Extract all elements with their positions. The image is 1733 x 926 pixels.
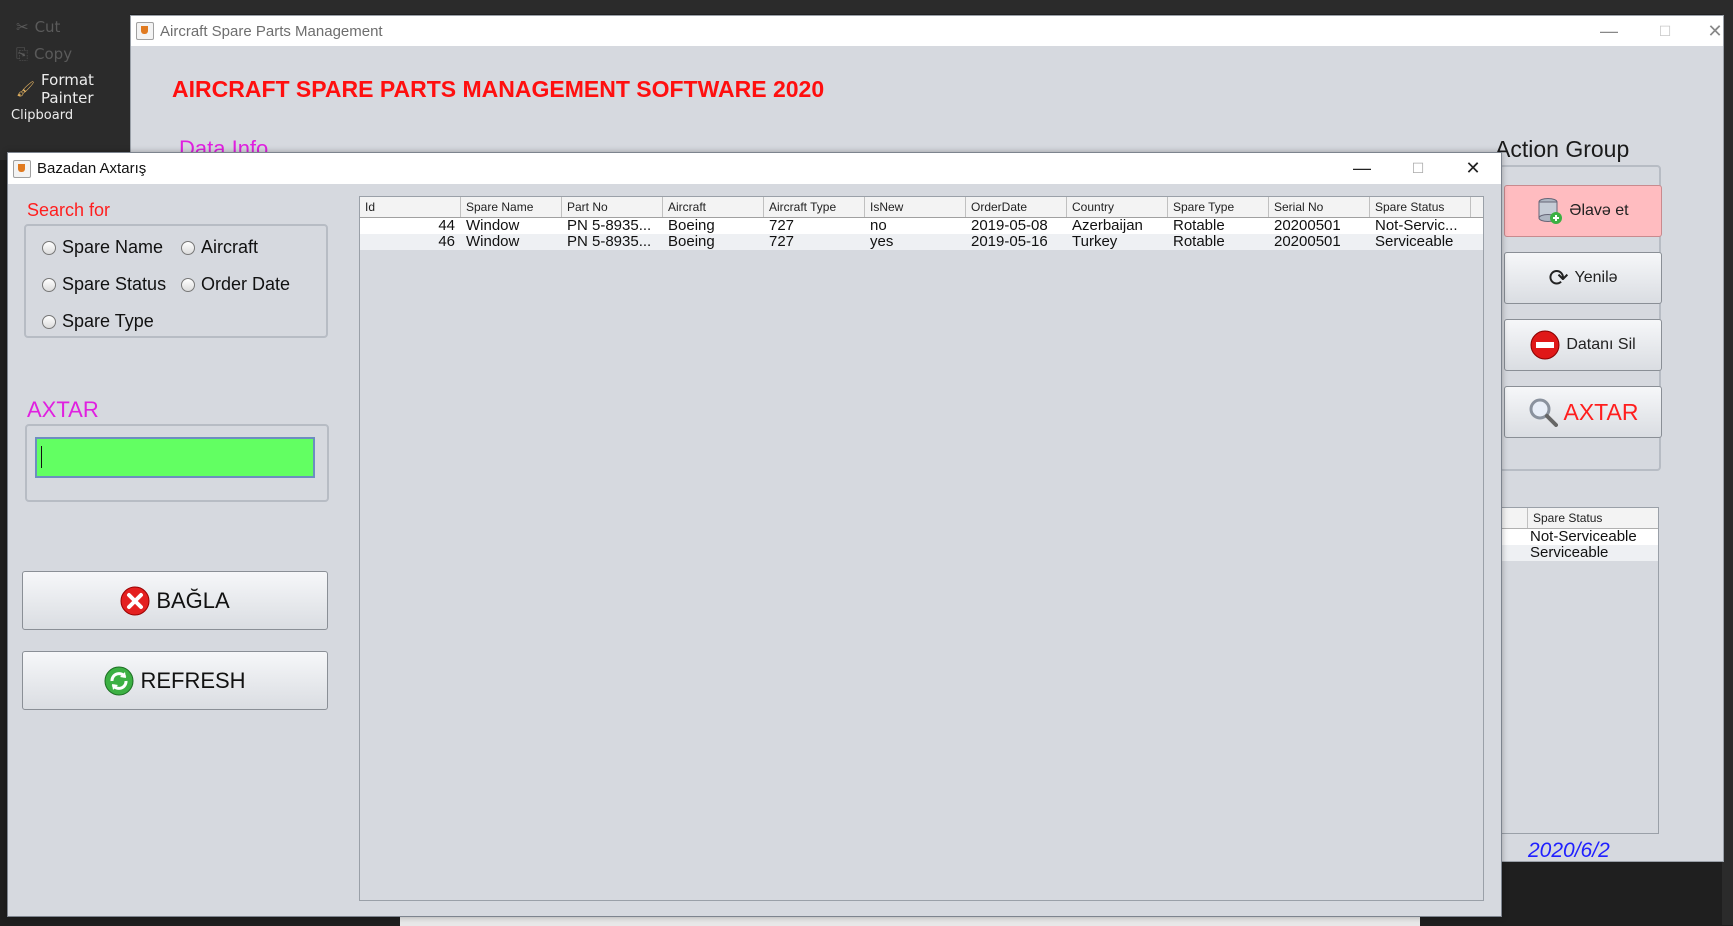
dialog-close-button[interactable]: ✕: [1445, 153, 1501, 183]
radio-circle[interactable]: [181, 240, 195, 255]
table-cell: Azerbaijan: [1072, 218, 1143, 234]
table-cell: Window: [466, 234, 520, 250]
no-entry-icon: [1530, 330, 1560, 360]
column-header[interactable]: OrderDate: [966, 197, 1067, 217]
radio-spare-type[interactable]: Spare Type: [42, 311, 154, 332]
radio-circle[interactable]: [181, 277, 195, 292]
table-row[interactable]: 44 Window PN 5-8935... Boeing 727 no 2019-05-0…: [360, 218, 1483, 234]
cut-command[interactable]: ✂ Cut: [16, 18, 60, 36]
main-window-title: Aircraft Spare Parts Management: [160, 22, 383, 40]
table-cell: 44: [438, 218, 455, 234]
table-cell: no: [870, 218, 887, 234]
results-table: Id Spare Name Part No Aircraft Aircraft Type…: [359, 196, 1484, 901]
column-header[interactable]: Serial No: [1269, 197, 1370, 217]
action-group-label: Action Group: [1495, 136, 1630, 162]
table-cell: 2019-05-08: [971, 218, 1048, 234]
axtar-label: AXTAR: [27, 397, 99, 422]
side-table-header-status: Spare Status: [1527, 508, 1658, 528]
search-input[interactable]: [35, 437, 315, 478]
green-refresh-icon: [104, 666, 134, 696]
table-cell: Rotable: [1173, 218, 1225, 234]
dialog-title: Bazadan Axtarış: [37, 160, 147, 177]
table-cell: 727: [769, 218, 795, 234]
app-heading: AIRCRAFT SPARE PARTS MANAGEMENT SOFTWARE…: [172, 76, 825, 102]
search-for-label: Search for: [27, 200, 111, 220]
radio-circle[interactable]: [42, 240, 56, 255]
table-cell: Not-Servic...: [1375, 218, 1458, 234]
search-button[interactable]: AXTAR: [1504, 386, 1662, 438]
java-icon: [13, 159, 31, 178]
radio-aircraft[interactable]: Aircraft: [181, 237, 258, 258]
table-cell: 2019-05-16: [971, 234, 1048, 250]
delete-data-button[interactable]: Datanı Sil: [1504, 319, 1662, 371]
close-circle-icon: [120, 586, 150, 616]
radio-spare-status[interactable]: Spare Status: [42, 274, 166, 295]
minimize-button[interactable]: —: [1581, 16, 1637, 46]
background-ribbon: [0, 0, 1733, 14]
table-cell: Window: [466, 218, 520, 234]
column-header[interactable]: Country: [1067, 197, 1168, 217]
format-painter-command[interactable]: 🖌 Format Painter: [16, 71, 130, 107]
table-cell: Turkey: [1072, 234, 1118, 250]
table-cell: 20200501: [1274, 234, 1341, 250]
table-cell: 20200501: [1274, 218, 1341, 234]
paintbrush-icon: 🖌: [16, 80, 36, 98]
table-cell: PN 5-8935...: [567, 218, 652, 234]
dialog-maximize-button[interactable]: ☐: [1390, 153, 1446, 183]
java-icon: [136, 22, 154, 40]
table-cell: Rotable: [1173, 234, 1225, 250]
column-header[interactable]: Spare Type: [1168, 197, 1269, 217]
column-header[interactable]: Spare Status: [1370, 197, 1471, 217]
dialog-minimize-button[interactable]: —: [1334, 153, 1390, 183]
radio-circle[interactable]: [42, 314, 56, 329]
results-table-header: Id Spare Name Part No Aircraft Aircraft Type…: [360, 197, 1483, 218]
add-button[interactable]: Əlavə et: [1504, 185, 1662, 237]
table-row[interactable]: 46 Window PN 5-8935... Boeing 727 yes 2019-05-…: [360, 234, 1483, 250]
results-table-body: 44 Window PN 5-8935... Boeing 727 no 2019-05-0…: [360, 218, 1483, 250]
radio-order-date[interactable]: Order Date: [181, 274, 290, 295]
side-table-row[interactable]: Not-Serviceable: [1502, 529, 1658, 545]
table-cell: Boeing: [668, 218, 715, 234]
magnifier-icon: [1528, 397, 1558, 427]
scissors-icon: ✂: [16, 18, 29, 36]
background-clipboard-panel: ✂ Cut ⎘ Copy 🖌 Format Painter Clipboard: [0, 0, 130, 160]
refresh-dialog-button[interactable]: REFRESH: [22, 651, 328, 710]
copy-icon: ⎘: [16, 45, 29, 63]
close-button[interactable]: ✕: [1687, 16, 1733, 46]
refresh-button[interactable]: ⟳ Yenilə: [1504, 252, 1662, 304]
column-header[interactable]: Id: [360, 197, 461, 217]
clipboard-group-label: Clipboard: [11, 108, 74, 123]
radio-spare-name[interactable]: Spare Name: [42, 237, 163, 258]
copy-command[interactable]: ⎘ Copy: [16, 45, 72, 63]
refresh-icon: ⟳: [1548, 264, 1569, 292]
column-header[interactable]: IsNew: [865, 197, 966, 217]
side-table-header: Spare Status: [1502, 508, 1658, 529]
dialog-titlebar: Bazadan Axtarış — ☐ ✕: [8, 153, 1501, 184]
table-cell: yes: [870, 234, 894, 250]
side-table-row[interactable]: Serviceable: [1502, 545, 1658, 561]
table-cell: PN 5-8935...: [567, 234, 652, 250]
radio-circle[interactable]: [42, 277, 56, 292]
table-cell: 727: [769, 234, 795, 250]
main-titlebar: Aircraft Spare Parts Management — ☐ ✕: [131, 16, 1723, 46]
table-cell: Serviceable: [1375, 234, 1454, 250]
column-header[interactable]: Aircraft Type: [764, 197, 865, 217]
close-dialog-button[interactable]: BAĞLA: [22, 571, 328, 630]
date-label: 2020/6/2: [1528, 839, 1610, 862]
column-header[interactable]: Spare Name: [461, 197, 562, 217]
table-cell: Boeing: [668, 234, 715, 250]
column-header[interactable]: Part No: [562, 197, 663, 217]
search-dialog: Bazadan Axtarış — ☐ ✕ Search for Spare N…: [7, 152, 1502, 917]
side-status-table: Spare Status Not-Serviceable Serviceable: [1501, 507, 1659, 834]
maximize-button[interactable]: ☐: [1637, 16, 1693, 46]
table-cell: 46: [438, 234, 455, 250]
database-add-icon: [1537, 197, 1563, 225]
text-cursor: [41, 446, 42, 468]
column-header[interactable]: Aircraft: [663, 197, 764, 217]
